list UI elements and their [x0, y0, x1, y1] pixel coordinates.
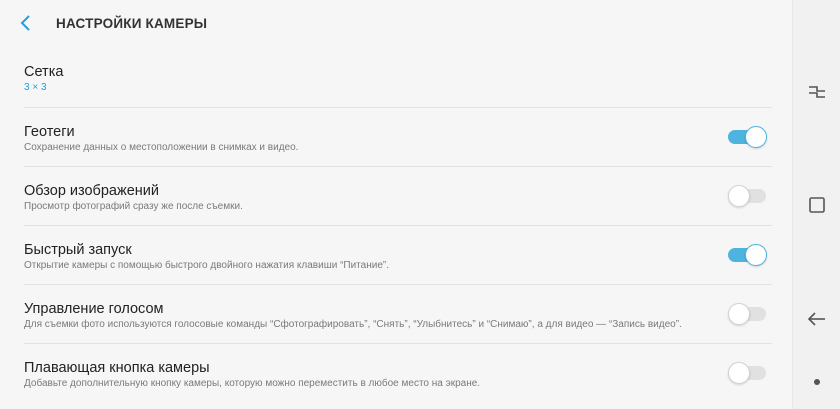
setting-value: 3 × 3 [24, 82, 47, 93]
setting-title: Быстрый запуск [24, 242, 132, 258]
home-icon[interactable] [803, 191, 831, 219]
dot-icon[interactable] [803, 368, 831, 396]
toggle-knob [728, 303, 750, 325]
setting-row-floating-button[interactable]: Плавающая кнопка камеры Добавьте дополни… [24, 343, 772, 402]
setting-row-geotags[interactable]: Геотеги Сохранение данных о местоположен… [24, 107, 772, 166]
voice-control-toggle[interactable] [728, 303, 766, 325]
nav-back-icon[interactable] [803, 305, 831, 333]
toggle-knob [728, 362, 750, 384]
toggle-knob [745, 126, 767, 148]
quick-launch-toggle[interactable] [728, 244, 767, 266]
setting-description: Сохранение данных о местоположении в сни… [24, 142, 299, 153]
setting-title: Управление голосом [24, 301, 164, 317]
toggle-knob [728, 185, 750, 207]
recent-apps-icon[interactable] [803, 78, 831, 106]
header-bar: НАСТРОЙКИ КАМЕРЫ [0, 0, 792, 46]
setting-row-quick-launch[interactable]: Быстрый запуск Открытие камеры с помощью… [24, 225, 772, 284]
toggle-knob [745, 244, 767, 266]
geotags-toggle[interactable] [728, 126, 767, 148]
setting-description: Просмотр фотографий сразу же после съемк… [24, 201, 243, 212]
floating-button-toggle[interactable] [728, 362, 766, 384]
setting-title: Плавающая кнопка камеры [24, 360, 210, 376]
setting-description: Для съемки фото используются голосовые к… [24, 319, 682, 330]
setting-description: Открытие камеры с помощью быстрого двойн… [24, 260, 389, 271]
setting-title: Сетка [24, 64, 64, 80]
settings-screen: НАСТРОЙКИ КАМЕРЫ Сетка 3 × 3 Геотеги Сох… [0, 0, 792, 409]
setting-row-grid[interactable]: Сетка 3 × 3 [24, 48, 772, 106]
setting-title: Геотеги [24, 124, 75, 140]
back-arrow-icon[interactable] [16, 12, 38, 34]
review-toggle[interactable] [728, 185, 766, 207]
navigation-bar [792, 0, 840, 409]
setting-row-review[interactable]: Обзор изображений Просмотр фотографий ср… [24, 166, 772, 225]
setting-row-voice-control[interactable]: Управление голосом Для съемки фото испол… [24, 284, 772, 343]
setting-title: Обзор изображений [24, 183, 159, 199]
setting-description: Добавьте дополнительную кнопку камеры, к… [24, 378, 481, 389]
page-title: НАСТРОЙКИ КАМЕРЫ [56, 16, 208, 31]
